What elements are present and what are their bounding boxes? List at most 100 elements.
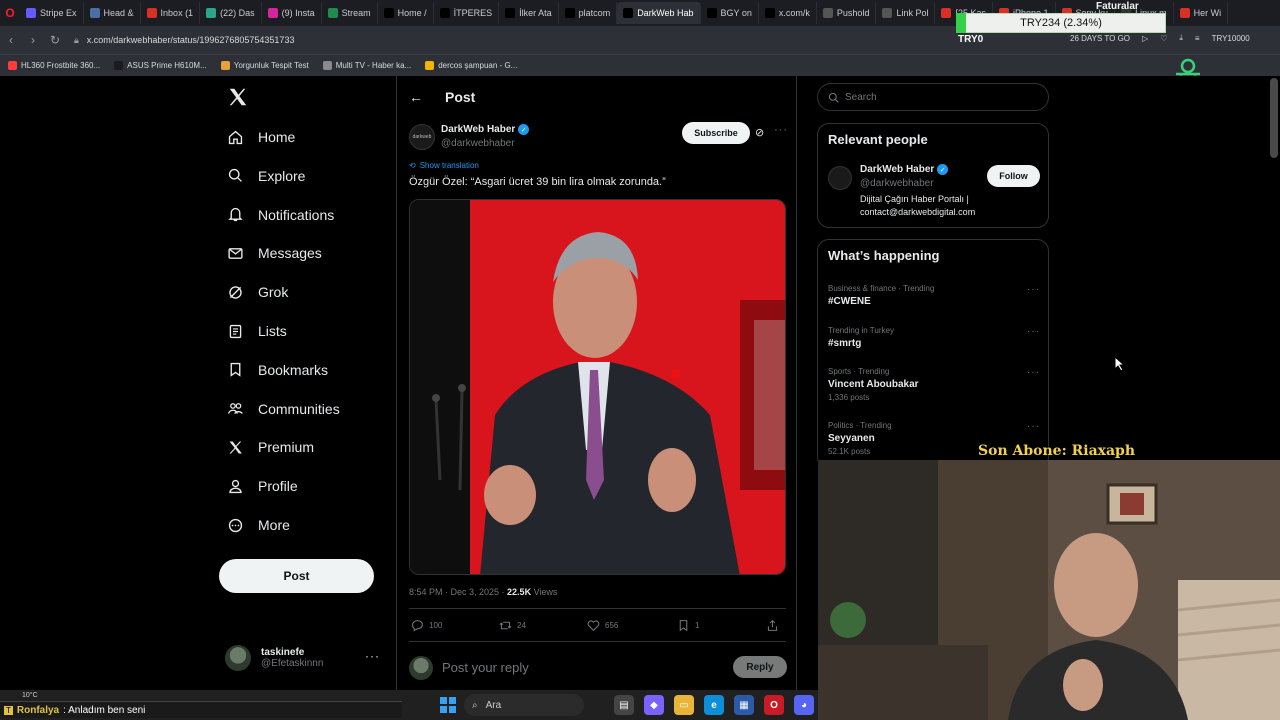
x-logo-icon[interactable] <box>227 86 249 108</box>
store-icon[interactable]: ▦ <box>734 695 754 715</box>
more-dots-icon[interactable]: ··· <box>1027 284 1040 295</box>
tab-label: DarkWeb Hab <box>637 8 694 18</box>
repost-action[interactable]: 24 <box>499 619 526 632</box>
post-time[interactable]: 8:54 PM · Dec 3, 2025 · <box>409 587 507 597</box>
subscribe-button[interactable]: Subscribe <box>682 122 750 144</box>
browser-tab[interactable]: İTPERES <box>434 2 500 24</box>
browser-tab[interactable]: BGY on <box>701 2 759 24</box>
more-dots-icon[interactable]: ··· <box>774 124 788 136</box>
author-avatar[interactable]: darkweb <box>409 124 435 150</box>
author-handle[interactable]: @darkwebhaber <box>441 138 515 149</box>
search-icon <box>228 169 242 183</box>
more-dots-icon[interactable]: ··· <box>1027 326 1040 337</box>
windows-start-icon[interactable] <box>440 697 456 713</box>
tab-favicon-icon <box>706 8 717 18</box>
nav-item-profile[interactable]: Profile <box>219 468 298 504</box>
opera-icon[interactable]: O <box>764 695 784 715</box>
toolbar-countdown[interactable]: 26 DAYS TO GO <box>1070 34 1130 43</box>
heart-icon <box>587 620 600 632</box>
folder-icon[interactable]: ▭ <box>674 695 694 715</box>
relevant-person-name-row[interactable]: DarkWeb Haber ✓ <box>860 164 949 175</box>
browser-tab[interactable]: Her Wi <box>1174 2 1229 24</box>
browser-tab[interactable]: DarkWeb Hab <box>617 2 701 24</box>
discord-icon[interactable]: ◕ <box>794 695 814 715</box>
verified-badge-icon: ✓ <box>937 164 949 175</box>
scrollbar[interactable] <box>1270 78 1278 158</box>
post-image[interactable] <box>409 199 786 575</box>
reply-button[interactable]: Reply <box>733 656 787 678</box>
show-translation-link[interactable]: ⟲ Show translation <box>409 161 479 170</box>
trend-item[interactable]: Trending in Turkey #smrtg ··· <box>828 326 1040 349</box>
reply-icon <box>412 620 423 632</box>
trend-item[interactable]: Business & finance · Trending #CWENE ··· <box>828 284 1040 307</box>
browser-tab[interactable]: Stripe Ex <box>20 2 84 24</box>
post-button[interactable]: Post <box>219 559 374 593</box>
avatar[interactable] <box>828 166 852 190</box>
nav-item-label: Messages <box>258 245 322 262</box>
like-action[interactable]: 656 <box>587 619 618 632</box>
back-arrow-icon[interactable]: ← <box>409 89 423 105</box>
browser-tab[interactable]: Stream <box>322 2 378 24</box>
nav-item-home[interactable]: Home <box>219 119 295 155</box>
nav-item-lists[interactable]: Lists <box>219 313 287 349</box>
bookmark-item[interactable]: HL360 Frostbite 360... <box>8 61 100 70</box>
nav-item-grok[interactable]: Grok <box>219 274 288 310</box>
browser-tab[interactable]: Head & <box>84 2 141 24</box>
tab-label: Stream <box>341 8 371 18</box>
heart-icon[interactable]: ♡ <box>1160 34 1167 43</box>
opera-logo-icon[interactable]: O <box>0 0 20 26</box>
browser-tab[interactable]: Inbox (1 <box>141 2 201 24</box>
bookmark-item[interactable]: Multi TV - Haber ka... <box>322 61 411 70</box>
nav-item-notifications[interactable]: Notifications <box>219 197 334 233</box>
browser-tab[interactable]: x.com/k <box>759 2 817 24</box>
more-dots-icon[interactable]: ··· <box>365 649 380 663</box>
copilot-icon[interactable]: ◆ <box>644 695 664 715</box>
relevant-person-handle[interactable]: @darkwebhaber <box>860 178 934 189</box>
account-switcher[interactable]: taskinefe @Efetaskinnn ··· <box>225 641 390 675</box>
bookmark-item[interactable]: ASUS Prime H610M... <box>114 61 207 70</box>
author-name-row[interactable]: DarkWeb Haber ✓ <box>441 124 530 135</box>
menu-icon[interactable]: ≡ <box>1195 34 1200 43</box>
nav-item-communities[interactable]: Communities <box>219 391 340 427</box>
browser-tab[interactable]: platcom <box>559 2 618 24</box>
browser-tab[interactable]: Pushold <box>817 2 877 24</box>
nav-item-messages[interactable]: Messages <box>219 235 322 271</box>
bookmark-item[interactable]: Yorgunluk Tespit Test <box>220 61 309 70</box>
nav-item-bookmarks[interactable]: Bookmarks <box>219 352 328 388</box>
bookmark-favicon-icon <box>425 61 435 70</box>
browser-tab[interactable]: Link Pol <box>876 2 936 24</box>
avatar <box>225 645 251 671</box>
grok-icon[interactable]: ⊘ <box>755 126 764 139</box>
download-icon[interactable]: ⤓ <box>1179 33 1183 43</box>
play-icon[interactable]: ▷ <box>1142 34 1148 43</box>
trend-item[interactable]: Sports · Trending Vincent Aboubakar 1,336 … <box>828 367 1040 402</box>
tab-favicon-icon <box>267 8 278 18</box>
bookmark-item[interactable]: dercos şampuan - G... <box>425 61 517 70</box>
back-nav-icon[interactable]: ‹ <box>0 29 22 51</box>
taskbar-search[interactable]: ⌕ Ara <box>464 694 584 716</box>
nav-item-premium[interactable]: Premium <box>219 429 314 465</box>
reply-input[interactable]: Post your reply <box>442 660 529 675</box>
more-dots-icon[interactable]: ··· <box>1027 367 1040 378</box>
reload-icon[interactable]: ↻ <box>44 29 66 51</box>
toolbar-balance[interactable]: TRY10000 <box>1212 34 1250 43</box>
account-name: taskinefe <box>261 647 305 658</box>
nav-item-more[interactable]: More <box>219 507 290 543</box>
share-action[interactable] <box>766 619 779 632</box>
forward-nav-icon[interactable]: › <box>22 29 44 51</box>
url-text[interactable]: x.com/darkwebhaber/status/19962768057543… <box>87 35 295 45</box>
browser-tab[interactable]: (9) Insta <box>262 2 322 24</box>
more-dots-icon[interactable]: ··· <box>1027 421 1040 432</box>
browser-tab[interactable]: İlker Ata <box>499 2 559 24</box>
browser-tab[interactable]: (22) Das <box>200 2 262 24</box>
browser-tab[interactable]: Home / <box>378 2 434 24</box>
reply-action[interactable]: 100 <box>411 619 442 632</box>
edge-icon[interactable]: e <box>704 695 724 715</box>
nav-item-explore[interactable]: Explore <box>219 158 305 194</box>
follow-button[interactable]: Follow <box>987 165 1040 187</box>
bookmark-action[interactable]: 1 <box>677 619 699 632</box>
more-circle-icon <box>228 518 243 532</box>
file-icon[interactable]: ▤ <box>614 695 634 715</box>
search-input[interactable]: Search <box>817 83 1049 111</box>
weather-widget[interactable]: 10°C <box>22 692 38 699</box>
